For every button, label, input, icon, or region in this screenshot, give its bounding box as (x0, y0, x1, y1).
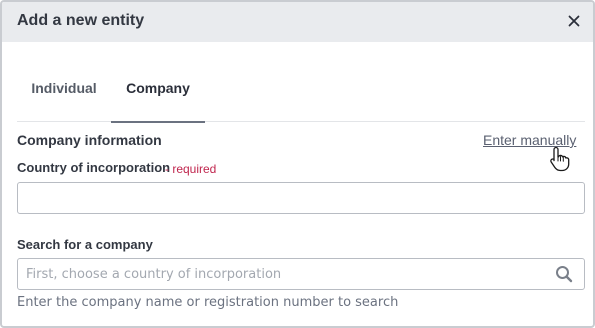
dialog-header: Add a new entity (2, 2, 593, 42)
search-hint-text: Enter the company name or registration n… (17, 295, 399, 310)
search-icon[interactable] (555, 265, 573, 283)
add-entity-dialog: Add a new entity Individual Company Comp… (0, 0, 595, 328)
tab-individual[interactable]: Individual (17, 64, 111, 122)
country-of-incorporation-label: Country of incorporation (17, 160, 171, 175)
hand-cursor-icon (550, 146, 570, 172)
dialog-title: Add a new entity (17, 12, 145, 29)
search-company-field (17, 258, 585, 290)
company-information-heading: Company information (17, 132, 162, 148)
required-indicator: - required (165, 162, 217, 176)
close-button[interactable] (564, 11, 584, 31)
search-company-label: Search for a company (17, 237, 153, 252)
country-of-incorporation-input[interactable] (17, 182, 585, 214)
tab-company[interactable]: Company (111, 64, 205, 123)
close-icon (568, 15, 580, 27)
search-company-input[interactable] (18, 259, 548, 289)
entity-type-tabs: Individual Company (17, 64, 585, 123)
